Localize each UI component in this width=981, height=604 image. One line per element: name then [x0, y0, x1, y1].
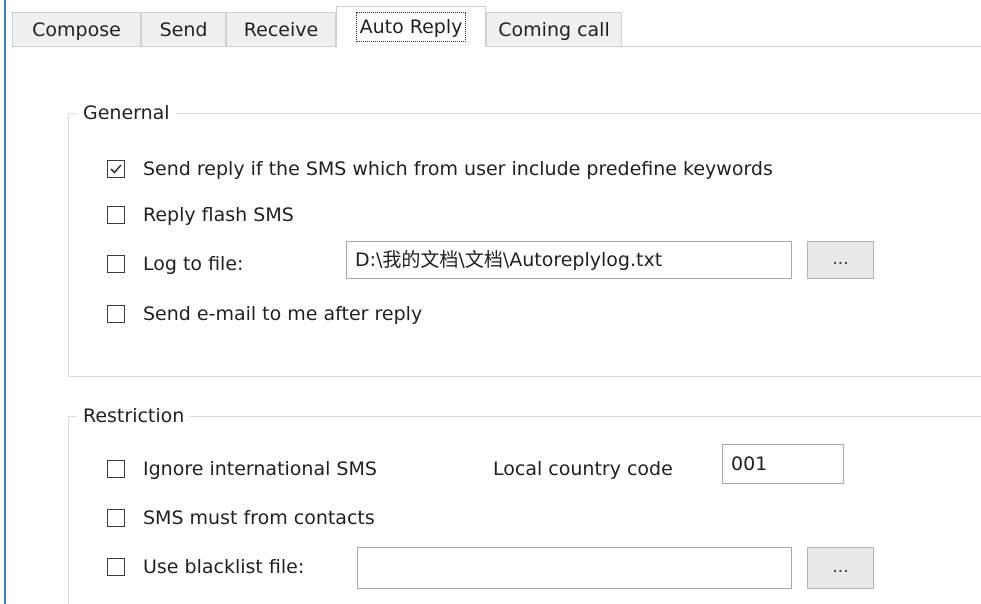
general-group-title: Genernal [77, 100, 176, 126]
send-email-label: Send e-mail to me after reply [143, 303, 423, 325]
tab-coming-call-label: Coming call [498, 19, 610, 41]
send-email-checkbox[interactable] [107, 305, 125, 323]
ignore-international-checkbox[interactable] [107, 460, 125, 478]
must-from-contacts-label: SMS must from contacts [143, 507, 375, 529]
tab-compose-label: Compose [32, 19, 121, 41]
window-left-border [0, 0, 6, 604]
tab-coming-call[interactable]: Coming call [486, 12, 622, 46]
tab-auto-reply[interactable]: Auto Reply [336, 6, 486, 47]
tab-strip: Compose Send Receive Auto Reply Coming c… [12, 6, 981, 47]
checkmark-icon [110, 164, 122, 174]
tab-send-label: Send [159, 19, 208, 41]
log-file-path-field[interactable]: D:\我的文档\文档\Autoreplylog.txt [346, 241, 792, 279]
tab-auto-reply-label: Auto Reply [355, 12, 467, 42]
restriction-group-title: Restriction [77, 403, 191, 429]
reply-flash-checkbox[interactable] [107, 206, 125, 224]
reply-flash-label: Reply flash SMS [143, 204, 294, 226]
log-to-file-checkbox[interactable] [107, 255, 125, 273]
tab-compose[interactable]: Compose [12, 12, 141, 46]
ignore-international-label: Ignore international SMS [143, 458, 377, 480]
send-reply-label: Send reply if the SMS which from user in… [143, 158, 773, 180]
local-country-code-label: Local country code [493, 458, 673, 480]
tab-receive-label: Receive [243, 19, 319, 41]
tab-send[interactable]: Send [141, 12, 226, 46]
blacklist-browse-button[interactable]: ... [807, 547, 874, 589]
tab-receive[interactable]: Receive [226, 12, 336, 46]
use-blacklist-label: Use blacklist file: [143, 556, 305, 578]
log-to-file-label: Log to file: [143, 253, 244, 275]
must-from-contacts-checkbox[interactable] [107, 509, 125, 527]
local-country-code-field[interactable]: 001 [722, 444, 844, 484]
log-file-browse-button[interactable]: ... [807, 241, 874, 279]
send-reply-checkbox[interactable] [107, 160, 125, 178]
use-blacklist-checkbox[interactable] [107, 558, 125, 576]
blacklist-path-field[interactable] [357, 547, 792, 589]
